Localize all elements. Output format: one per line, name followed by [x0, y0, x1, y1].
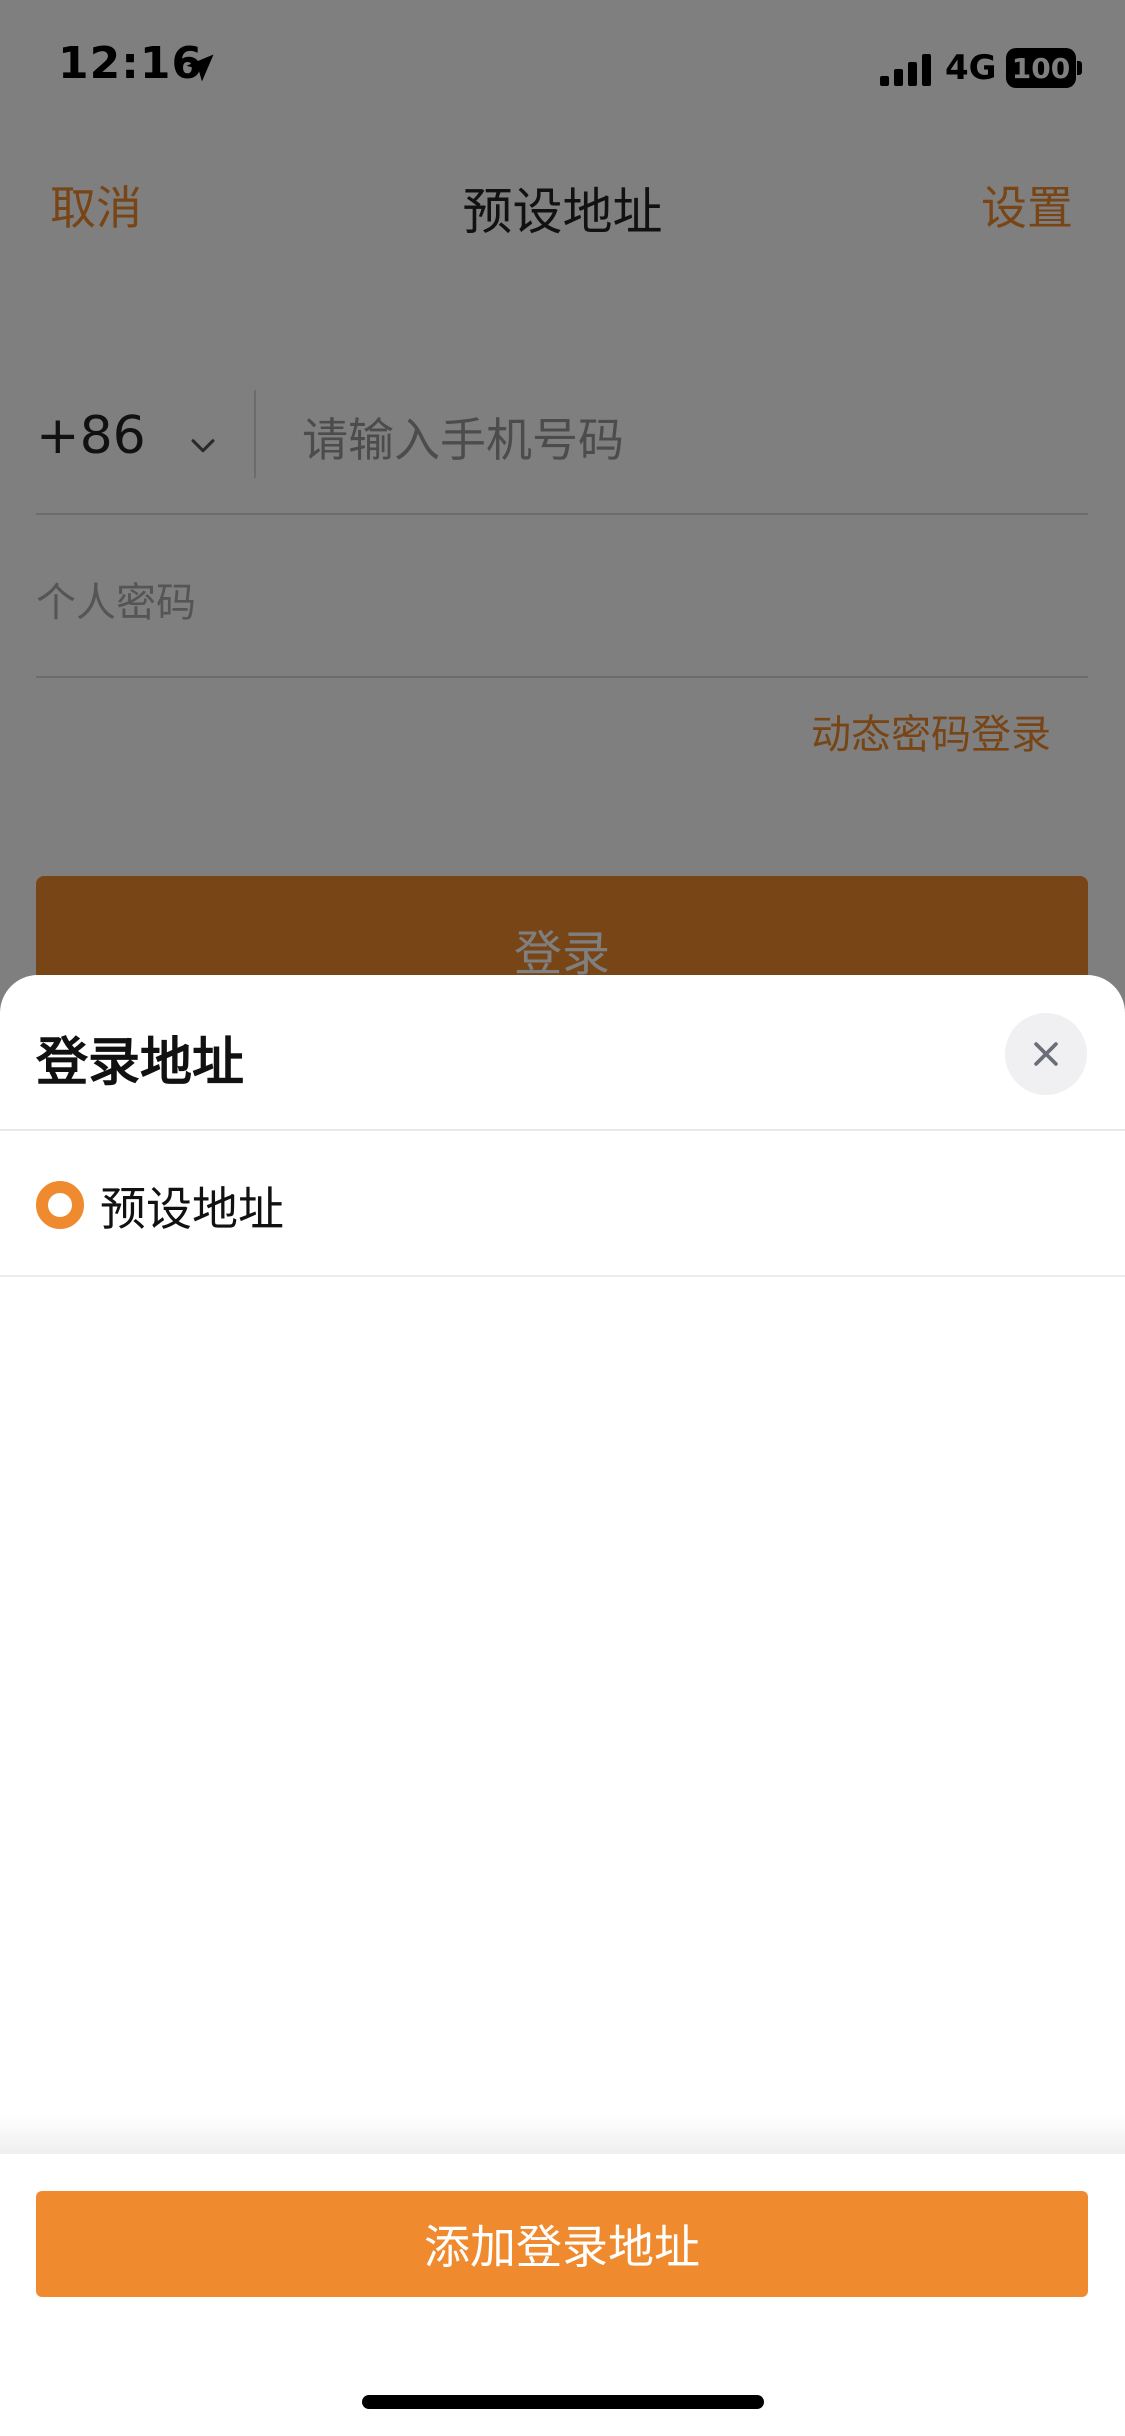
address-item-label: 预设地址: [100, 1182, 284, 1236]
close-icon: [1034, 1042, 1058, 1066]
close-button[interactable]: [1005, 1013, 1087, 1095]
sheet-title: 登录地址: [36, 1033, 245, 1093]
home-indicator[interactable]: [362, 2395, 764, 2409]
radio-selected-icon[interactable]: [36, 1181, 84, 1229]
footer-shadow: [0, 2115, 1125, 2155]
add-login-address-button[interactable]: 添加登录地址: [36, 2191, 1088, 2297]
sheet-footer: 添加登录地址: [0, 2153, 1125, 2436]
sheet-header: 登录地址: [0, 975, 1125, 1131]
login-address-sheet: 登录地址 预设地址 添加登录地址: [0, 975, 1125, 2436]
address-item[interactable]: 预设地址: [0, 1133, 1125, 1277]
screen: 12:16 4G 100 预设地址 取消 设置: [0, 0, 1125, 2436]
